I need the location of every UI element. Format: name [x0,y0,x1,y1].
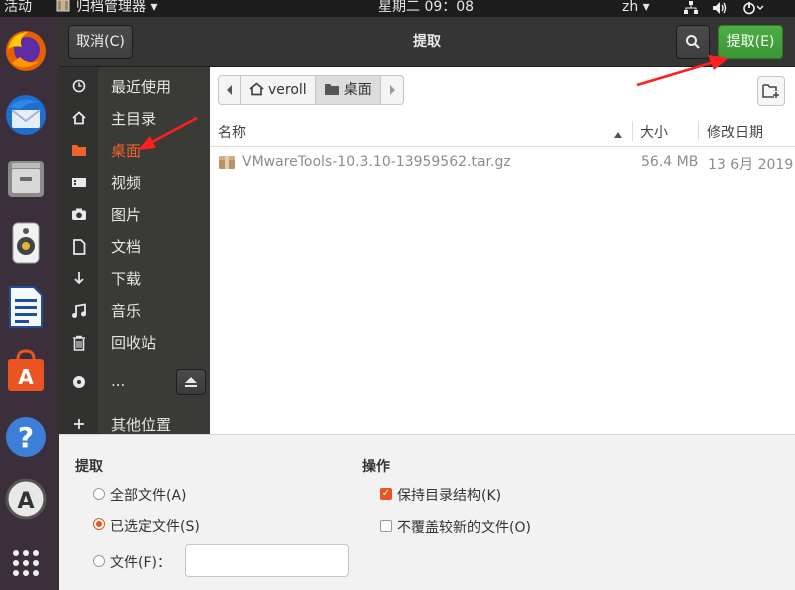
folder-icon [71,143,87,159]
archive-icon [218,155,236,174]
files-pattern-label[interactable]: 文件(F)： [110,552,171,572]
actions-section-title: 操作 [362,459,390,475]
sidebar-item-recent[interactable]: 最近使用 [59,71,210,103]
places-sidebar: 最近使用 主目录 桌面 视频 图片 文档 下载 音乐 回收站 ... 其他位置 [59,67,210,434]
rhythmbox-icon[interactable] [4,221,48,265]
file-browser: veroll 桌面 名称 大小 修改日期 VMwareTools-10.3.10… [210,67,795,434]
clock-icon [71,79,87,95]
home-icon [249,82,264,96]
file-name: VMwareTools-10.3.10-13959562.tar.gz [242,154,511,170]
sidebar-item-label: 主目录 [111,110,157,128]
app-icon [56,0,70,16]
extract-options: 提取 全部文件(A) 已选定文件(S) 文件(F)： 操作 ✓ 保持目录结构(K… [59,434,795,590]
keep-structure-label[interactable]: 保持目录结构(K) [397,485,501,505]
firefox-icon[interactable] [4,29,48,73]
folder-icon [324,84,339,95]
sidebar-item-documents[interactable]: 文档 [59,231,210,263]
new-folder-button[interactable] [757,76,785,106]
path-segment-label: veroll [268,82,307,98]
document-icon [71,239,87,255]
show-apps-icon[interactable] [4,541,48,585]
no-overwrite-checkbox[interactable] [380,520,392,532]
sidebar-item-label: 文档 [111,238,142,256]
sidebar-item-label: 下载 [111,270,142,288]
music-icon [71,303,87,319]
path-bar: veroll 桌面 [218,75,404,105]
dialog-header: 提取 取消(C) 提取(E) [59,17,795,67]
home-icon [71,111,87,127]
no-overwrite-label[interactable]: 不覆盖较新的文件(O) [397,517,531,537]
file-modified: 13 6月 2019 [708,157,794,173]
column-header: 名称 大小 修改日期 [210,115,795,147]
column-name[interactable]: 名称 [218,122,246,142]
files-icon[interactable] [4,157,48,201]
keep-structure-checkbox[interactable]: ✓ [380,488,392,500]
eject-button[interactable] [176,369,206,395]
software-updater-icon[interactable]: A [4,477,48,521]
column-size[interactable]: 大小 [640,122,668,142]
sidebar-item-desktop[interactable]: 桌面 [59,135,210,167]
svg-text:A: A [17,489,34,514]
dock: A ? A [0,17,59,590]
input-method-menu[interactable]: zh ▾ [622,0,650,16]
selected-files-radio[interactable] [93,518,105,530]
extract-button[interactable]: 提取(E) [718,25,783,59]
files-pattern-radio[interactable] [93,555,105,567]
activities-button[interactable]: 活动 [4,0,32,16]
help-icon[interactable]: ? [4,415,48,459]
sidebar-item-label: 桌面 [111,142,142,160]
top-panel: 活动 归档管理器 ▾ 星期二 09：08 zh ▾ [0,0,795,17]
disc-icon [71,375,87,391]
search-icon [686,35,700,49]
clock[interactable]: 星期二 09：08 [378,0,474,16]
sidebar-item-trash[interactable]: 回收站 [59,327,210,359]
column-modified[interactable]: 修改日期 [707,122,763,142]
download-icon [71,271,87,287]
sidebar-item-label: ... [111,372,126,390]
plus-icon [71,417,87,433]
sidebar-item-disc[interactable]: ... [59,367,210,399]
path-segment-home[interactable]: veroll [241,76,316,104]
eject-icon [185,377,197,387]
path-back-button[interactable] [219,76,241,104]
all-files-radio[interactable] [93,488,105,500]
sidebar-item-label: 最近使用 [111,78,172,96]
sort-ascending-icon [613,127,623,143]
camera-icon [71,207,87,223]
new-folder-icon [762,84,779,98]
svg-text:A: A [18,365,34,389]
thunderbird-icon[interactable] [4,93,48,137]
chevron-left-icon [227,85,232,95]
trash-icon [71,335,87,351]
sidebar-item-label: 回收站 [111,334,157,352]
sidebar-item-downloads[interactable]: 下载 [59,263,210,295]
all-files-label[interactable]: 全部文件(A) [110,485,187,505]
cancel-button[interactable]: 取消(C) [68,25,133,59]
video-icon [71,175,87,191]
sidebar-item-home[interactable]: 主目录 [59,103,210,135]
sidebar-item-label: 其他位置 [111,416,172,434]
chevron-right-icon [389,85,395,95]
files-pattern-input[interactable] [185,544,349,577]
sidebar-item-music[interactable]: 音乐 [59,295,210,327]
selected-files-label[interactable]: 已选定文件(S) [110,516,200,536]
software-center-icon[interactable]: A [4,349,48,393]
sidebar-item-label: 音乐 [111,302,142,320]
sidebar-item-label: 图片 [111,206,142,224]
libreoffice-writer-icon[interactable] [4,285,48,329]
svg-text:?: ? [18,421,34,454]
sidebar-item-label: 视频 [111,174,142,192]
search-button[interactable] [676,25,710,59]
extract-section-title: 提取 [75,459,103,475]
sidebar-item-pictures[interactable]: 图片 [59,199,210,231]
table-row[interactable]: VMwareTools-10.3.10-13959562.tar.gz 56.4… [210,148,795,178]
file-size: 56.4 MB [641,154,699,170]
path-segment-desktop[interactable]: 桌面 [315,76,381,104]
path-segment-label: 桌面 [343,82,372,98]
sidebar-item-videos[interactable]: 视频 [59,167,210,199]
app-menu[interactable]: 归档管理器 ▾ [76,0,157,16]
path-forward-button[interactable] [381,76,403,104]
